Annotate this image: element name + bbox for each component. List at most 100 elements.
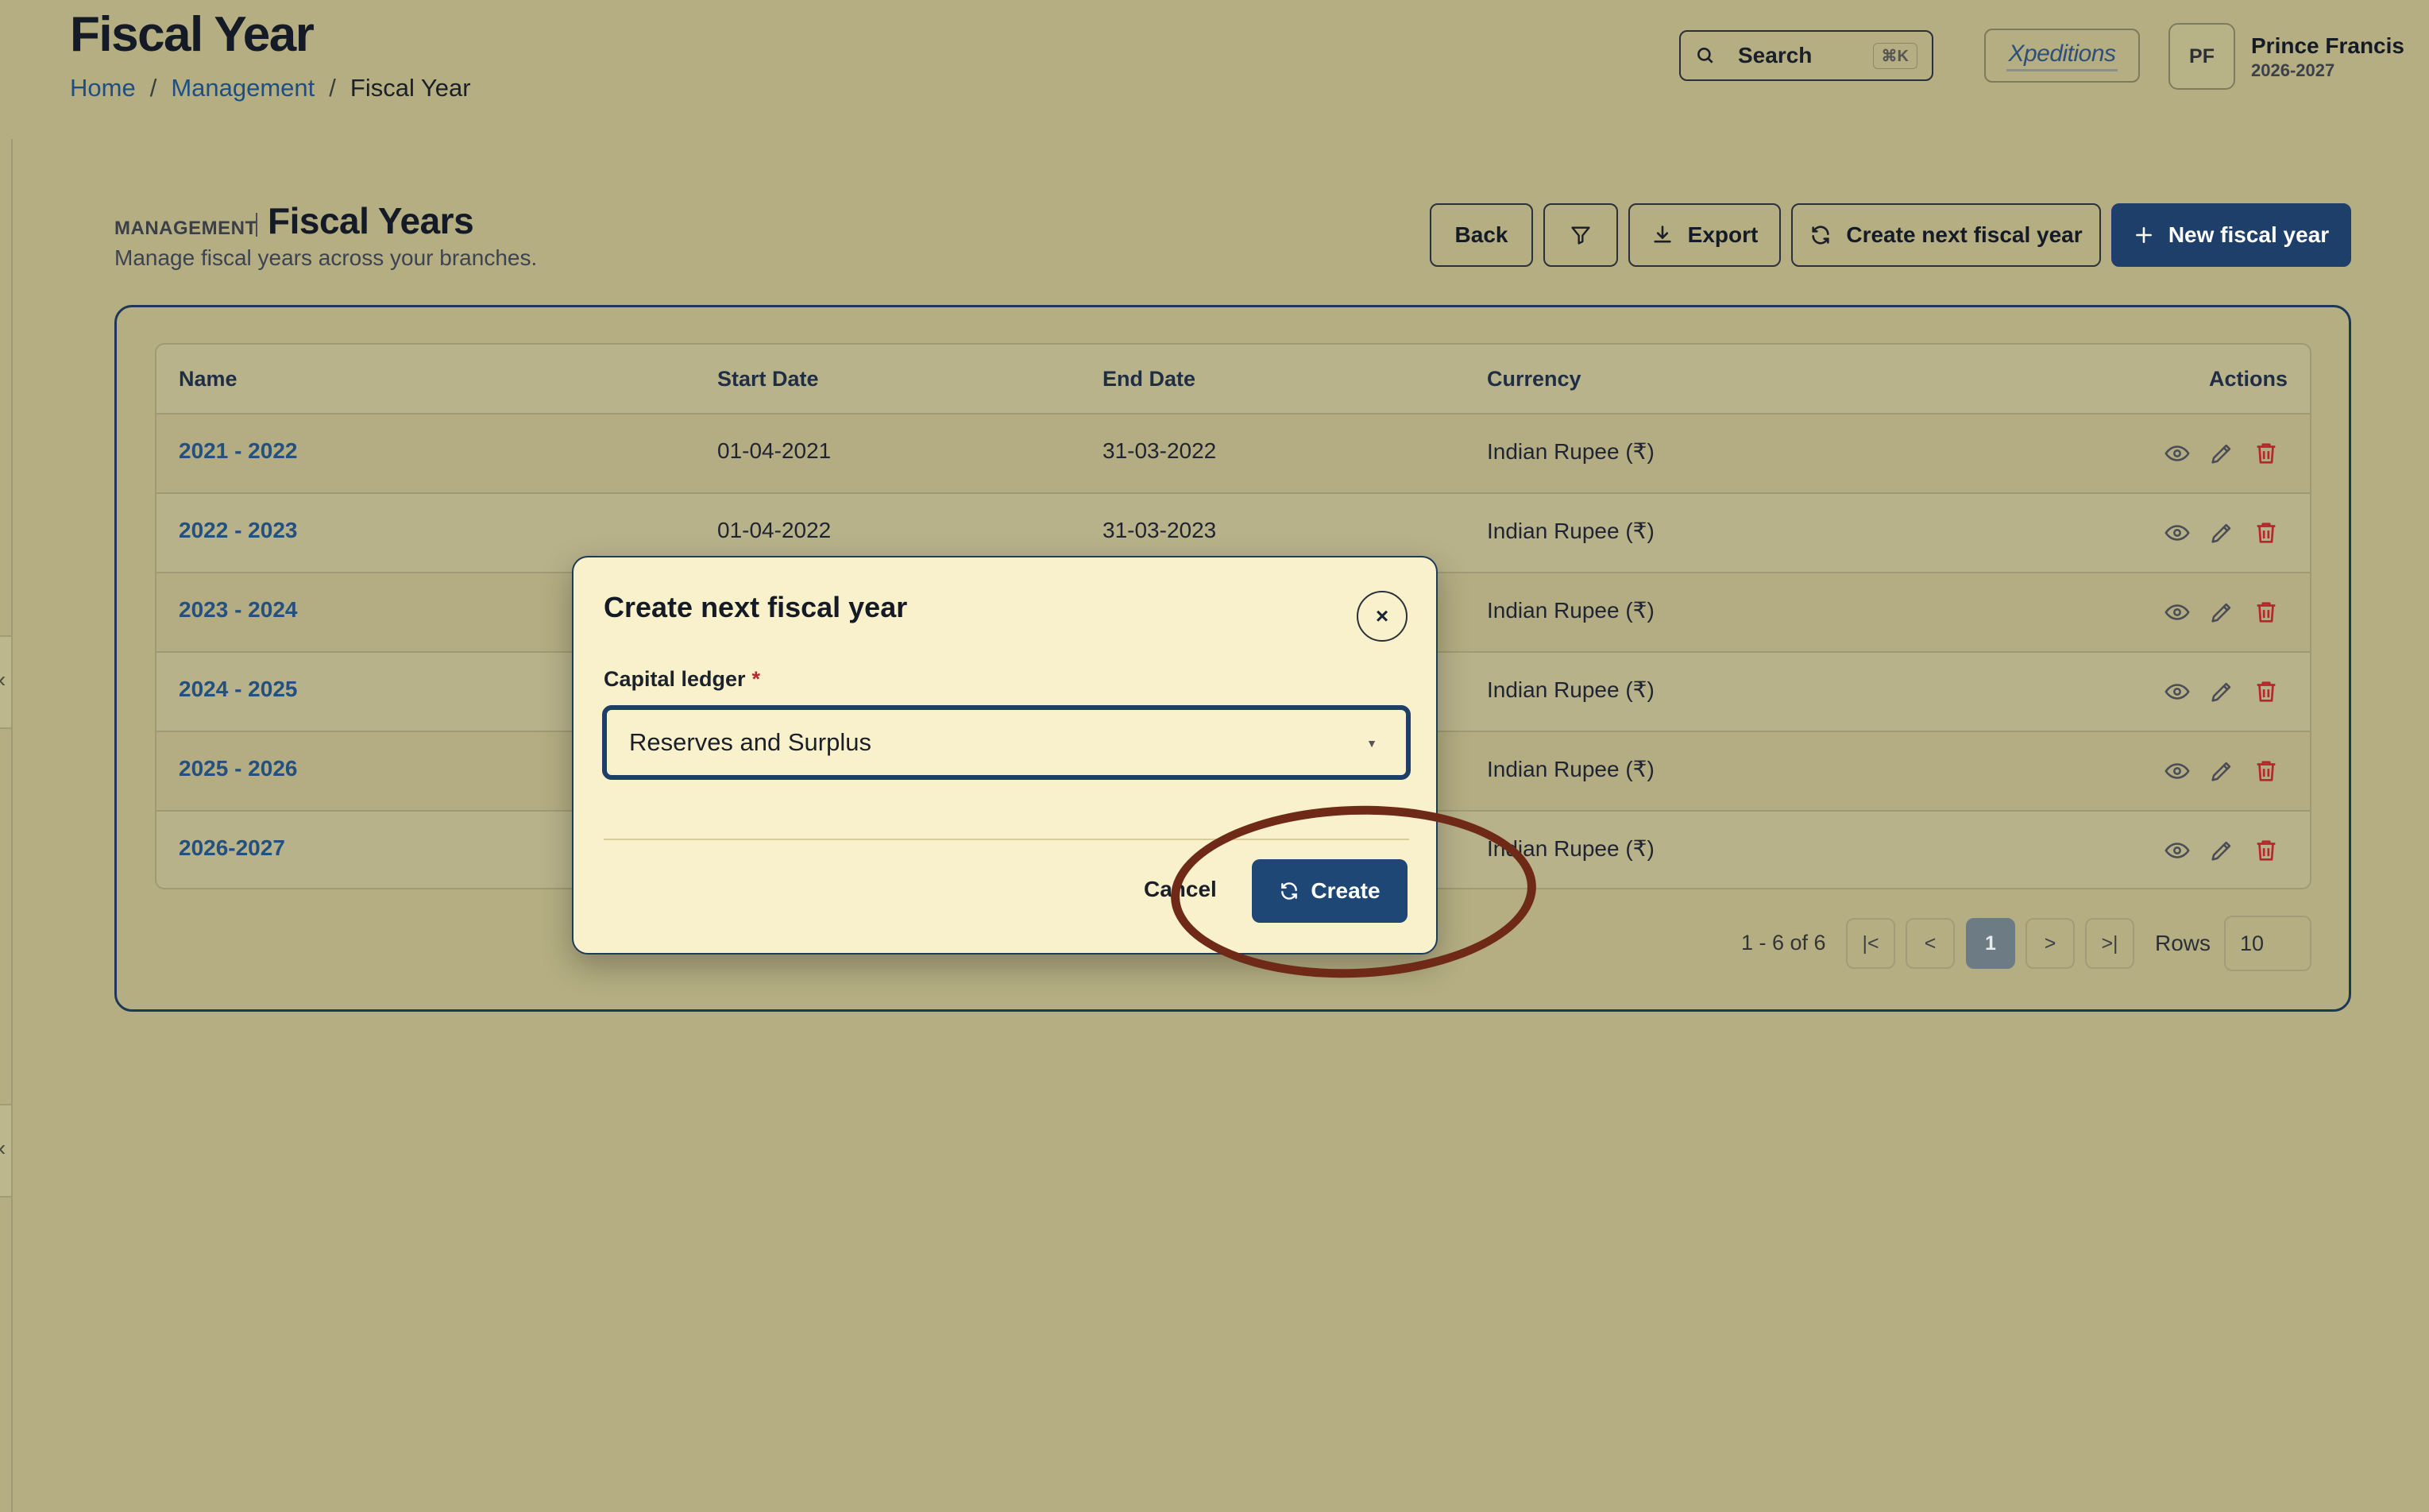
- breadcrumb-current: Fiscal Year: [349, 74, 471, 102]
- delete-icon[interactable]: [2253, 519, 2280, 546]
- row-actions: [2164, 599, 2280, 626]
- first-page-button[interactable]: |<: [1846, 918, 1895, 969]
- logo-tagline-line: [2006, 68, 2118, 71]
- currency-cell: Indian Rupee (₹): [1487, 439, 1655, 464]
- edit-icon[interactable]: [2208, 758, 2235, 785]
- fiscal-year-name-link[interactable]: 2021 - 2022: [179, 438, 297, 464]
- search-label: Search: [1738, 43, 1813, 68]
- view-icon[interactable]: [2164, 758, 2191, 785]
- currency-cell: Indian Rupee (₹): [1487, 757, 1655, 781]
- delete-icon[interactable]: [2253, 678, 2280, 705]
- row-actions: [2164, 837, 2280, 864]
- pagination-summary: 1 - 6 of 6: [1741, 931, 1826, 955]
- fiscal-year-name-link[interactable]: 2026-2027: [179, 835, 285, 861]
- create-next-fiscal-year-dialog: Create next fiscal year × Capital ledger…: [572, 556, 1438, 955]
- capital-ledger-label: Capital ledger *: [604, 667, 760, 692]
- row-actions: [2164, 758, 2280, 785]
- view-icon[interactable]: [2164, 519, 2191, 546]
- new-fiscal-year-label: New fiscal year: [2168, 222, 2330, 247]
- create-next-fiscal-year-button[interactable]: Create next fiscal year: [1791, 203, 2101, 267]
- edit-icon[interactable]: [2208, 519, 2235, 546]
- next-page-button[interactable]: >: [2025, 918, 2075, 969]
- user-fiscal-year: 2026-2027: [2251, 60, 2335, 80]
- view-icon[interactable]: [2164, 440, 2191, 467]
- refresh-icon: [1281, 882, 1298, 900]
- dialog-title: Create next fiscal year: [604, 591, 908, 623]
- delete-icon[interactable]: [2253, 758, 2280, 785]
- column-header-actions: Actions: [2208, 366, 2288, 391]
- left-rail: [0, 139, 13, 1512]
- section-kicker: MANAGEMENT: [114, 218, 257, 239]
- view-icon[interactable]: [2164, 678, 2191, 705]
- view-icon[interactable]: [2164, 837, 2191, 864]
- search-icon: [1697, 48, 1713, 64]
- filter-icon: [1571, 226, 1590, 245]
- delete-icon[interactable]: [2253, 440, 2280, 467]
- edit-icon[interactable]: [2208, 440, 2235, 467]
- capital-ledger-value: Reserves and Surplus: [629, 728, 871, 756]
- currency-cell: Indian Rupee (₹): [1487, 519, 1655, 543]
- logo-text: Xpeditions: [2008, 40, 2116, 67]
- delete-icon[interactable]: [2253, 599, 2280, 626]
- row-actions: [2164, 678, 2280, 705]
- search-button[interactable]: Search ⌘K: [1679, 30, 1933, 81]
- sidebar-collapse-tab[interactable]: ‹: [0, 635, 13, 729]
- view-icon[interactable]: [2164, 599, 2191, 626]
- chevron-up-icon: ‹: [0, 667, 6, 692]
- row-actions: [2164, 440, 2280, 467]
- currency-cell: Indian Rupee (₹): [1487, 598, 1655, 623]
- row-actions: [2164, 519, 2280, 546]
- prev-page-button[interactable]: <: [1906, 918, 1955, 969]
- column-header-name[interactable]: Name: [179, 367, 237, 392]
- user-name: Prince Francis: [2251, 33, 2404, 58]
- edit-icon[interactable]: [2208, 678, 2235, 705]
- capital-ledger-select[interactable]: Reserves and Surplus ▼: [602, 705, 1411, 780]
- plus-icon: [2135, 227, 2152, 243]
- column-header-currency[interactable]: Currency: [1487, 367, 1581, 392]
- fiscal-year-name-link[interactable]: 2023 - 2024: [179, 597, 297, 623]
- start-date-cell: 01-04-2021: [717, 438, 832, 463]
- section-divider: [256, 213, 257, 237]
- back-button[interactable]: Back: [1430, 203, 1533, 267]
- currency-cell: Indian Rupee (₹): [1487, 836, 1655, 861]
- start-date-cell: 01-04-2022: [717, 518, 832, 542]
- breadcrumb-home[interactable]: Home: [70, 74, 136, 102]
- edit-icon[interactable]: [2208, 837, 2235, 864]
- breadcrumb-separator: /: [149, 74, 157, 102]
- breadcrumb-separator: /: [329, 74, 336, 102]
- page-1-button[interactable]: 1: [1966, 918, 2015, 969]
- rows-per-page-label: Rows: [2155, 931, 2211, 955]
- create-label: Create: [1311, 878, 1381, 903]
- dialog-divider: [604, 839, 1409, 840]
- filter-button[interactable]: [1543, 203, 1618, 267]
- last-page-button[interactable]: >|: [2085, 918, 2134, 969]
- refresh-icon: [1812, 226, 1829, 245]
- delete-icon[interactable]: [2253, 837, 2280, 864]
- breadcrumb: Home / Management / Fiscal Year: [70, 74, 471, 102]
- capital-ledger-label-text: Capital ledger: [604, 667, 746, 691]
- create-button[interactable]: Create: [1252, 859, 1408, 923]
- fiscal-year-name-link[interactable]: 2024 - 2025: [179, 677, 297, 702]
- export-button[interactable]: Export: [1628, 203, 1781, 267]
- required-marker: *: [751, 667, 761, 691]
- sidebar-collapse-tab[interactable]: ‹: [0, 1104, 13, 1198]
- currency-cell: Indian Rupee (₹): [1487, 677, 1655, 702]
- edit-icon[interactable]: [2208, 599, 2235, 626]
- fiscal-year-name-link[interactable]: 2025 - 2026: [179, 756, 297, 781]
- column-header-end-date[interactable]: End Date: [1103, 367, 1195, 392]
- avatar[interactable]: PF: [2168, 23, 2235, 90]
- column-header-start-date[interactable]: Start Date: [717, 367, 819, 392]
- cancel-button[interactable]: Cancel: [1144, 877, 1217, 902]
- company-logo[interactable]: Xpeditions: [1984, 29, 2140, 83]
- table-row: 2021 - 2022 01-04-2021 31-03-2022 Indian Ru…: [156, 415, 2310, 494]
- new-fiscal-year-button[interactable]: New fiscal year: [2111, 203, 2351, 267]
- close-icon[interactable]: ×: [1357, 591, 1408, 642]
- chevron-up-icon: ‹: [0, 1136, 6, 1161]
- create-next-label: Create next fiscal year: [1846, 222, 2083, 247]
- fiscal-year-name-link[interactable]: 2022 - 2023: [179, 518, 297, 543]
- rows-per-page-select[interactable]: 10: [2224, 916, 2311, 971]
- end-date-cell: 31-03-2022: [1103, 438, 1217, 463]
- download-icon: [1654, 226, 1671, 243]
- breadcrumb-management[interactable]: Management: [171, 74, 315, 102]
- table-header: Name Start Date End Date Currency Action…: [156, 345, 2310, 415]
